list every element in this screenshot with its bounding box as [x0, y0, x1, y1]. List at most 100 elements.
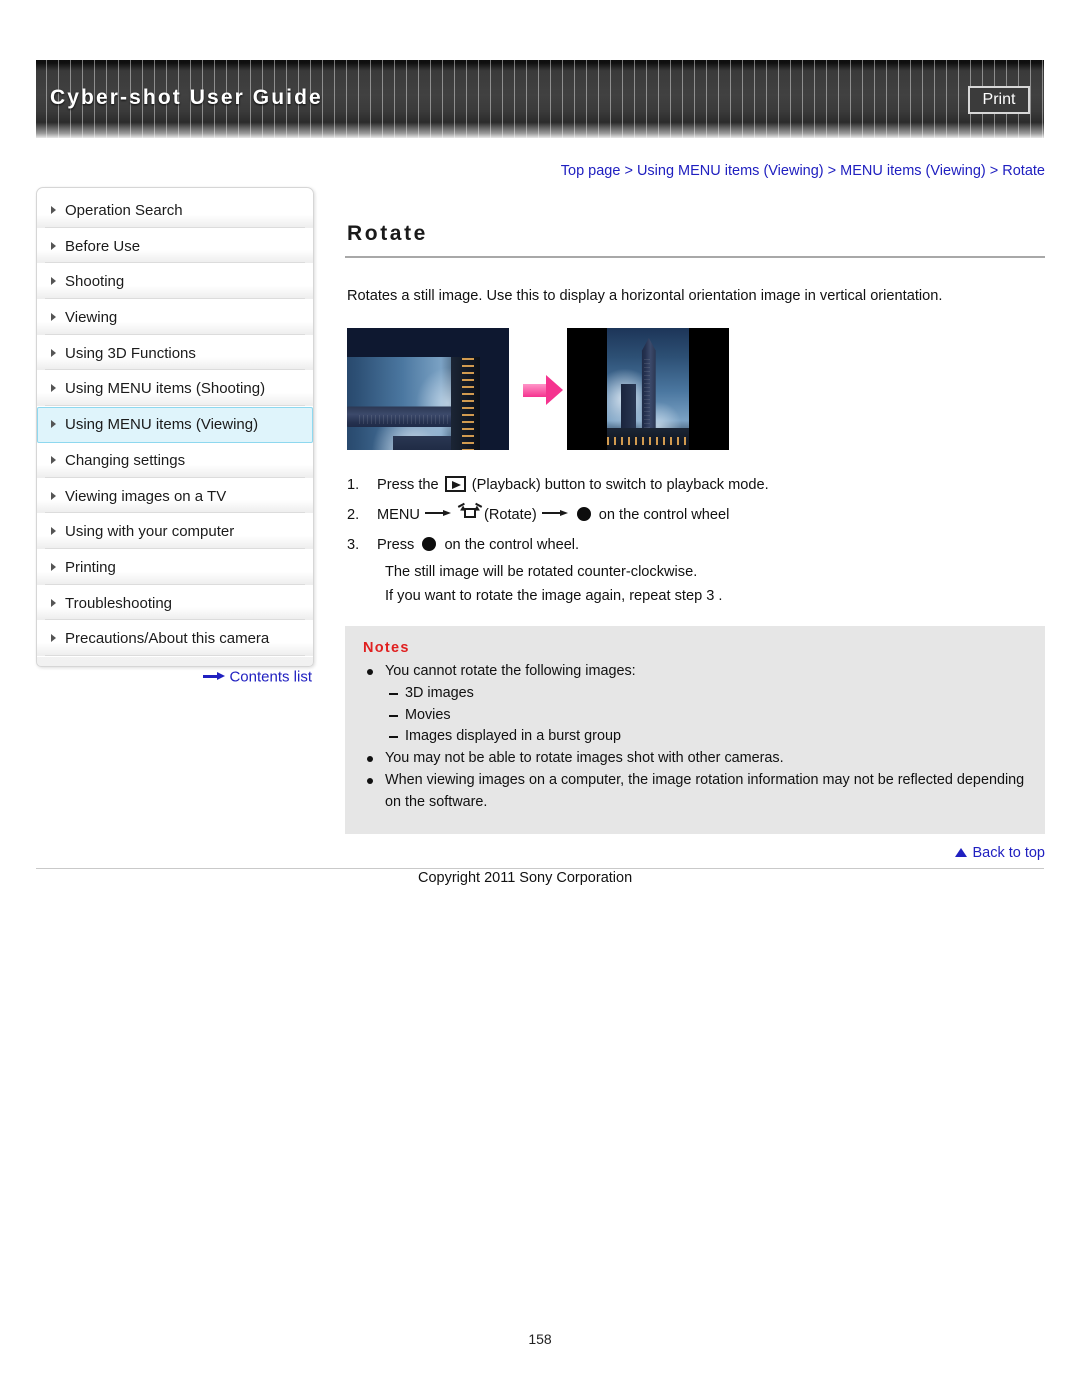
sidebar-item-label: Changing settings — [65, 451, 186, 469]
sidebar-nav: Operation Search Before Use Shooting Vie… — [36, 187, 314, 667]
note-item: You may not be able to rotate images sho… — [363, 748, 1027, 770]
sidebar-item-shooting[interactable]: Shooting — [37, 264, 313, 301]
note-sub-text: Movies — [405, 706, 451, 723]
step-2-text-pre: MENU — [377, 507, 420, 524]
sidebar-item-operation-search[interactable]: Operation Search — [37, 193, 313, 229]
sidebar-item-using-menu-items-shooting[interactable]: Using MENU items (Shooting) — [37, 371, 313, 408]
step-3-detail-line-2: If you want to rotate the image again, r… — [385, 588, 723, 605]
note-sub-text: Images displayed in a burst group — [405, 728, 621, 745]
copyright-text: Copyright 2011 Sony Corporation — [418, 870, 633, 886]
photo-before-rotation — [347, 328, 509, 451]
sidebar-item-label: Operation Search — [65, 202, 183, 220]
sidebar-item-label: Viewing — [65, 309, 118, 327]
triangle-right-icon — [51, 491, 56, 500]
arrow-right-pink-icon — [523, 375, 563, 406]
sidebar-item-label: Before Use — [65, 237, 141, 255]
note-text: You cannot rotate the following images: — [385, 663, 636, 680]
step-2-number: 2. — [347, 507, 360, 524]
photo-street-lights — [462, 357, 474, 451]
step-2-text-post: on the control wheel — [598, 507, 730, 524]
sidebar-item-printing[interactable]: Printing — [37, 549, 313, 586]
breadcrumb-separator: > — [620, 163, 637, 179]
sidebar-item-label: Printing — [65, 559, 116, 577]
triangle-right-icon — [51, 527, 56, 536]
triangle-right-icon — [51, 455, 56, 464]
triangle-right-icon — [51, 420, 56, 429]
header-banner: Cyber-shot User Guide Print — [36, 60, 1044, 138]
step-3-detail-line-1: The still image will be rotated counter-… — [385, 564, 698, 581]
arrow-right-icon — [541, 509, 568, 518]
note-text: When viewing images on a computer, the i… — [385, 771, 1025, 810]
footer-divider — [36, 868, 1044, 869]
photo-after-rotation — [567, 328, 729, 451]
triangle-right-icon — [51, 634, 56, 643]
triangle-right-icon — [51, 277, 56, 286]
bullet-icon — [367, 777, 373, 784]
app-title: Cyber-shot User Guide — [50, 86, 323, 109]
triangle-right-icon — [51, 348, 56, 357]
back-to-top-label: Back to top — [972, 845, 1045, 861]
sidebar-item-troubleshooting[interactable]: Troubleshooting — [37, 585, 313, 622]
sidebar-item-label: Using MENU items (Viewing) — [65, 416, 259, 434]
triangle-right-icon — [51, 206, 56, 215]
photo-street-lights — [607, 436, 689, 446]
breadcrumb-item-rotate[interactable]: Rotate — [1002, 163, 1045, 179]
arrow-right-icon — [424, 509, 451, 518]
step-1-number: 1. — [347, 477, 360, 494]
sidebar-item-label: Viewing images on a TV — [65, 487, 227, 505]
procedure-steps: 1. Press the (Playback) button to switch … — [345, 470, 1045, 608]
sidebar-item-viewing-images-on-a-tv[interactable]: Viewing images on a TV — [37, 478, 313, 515]
sidebar-item-viewing[interactable]: Viewing — [37, 300, 313, 336]
breadcrumb-item-top-page[interactable]: Top page — [561, 163, 621, 179]
step-2-text-mid: (Rotate) — [483, 507, 537, 524]
triangle-right-icon — [51, 241, 56, 250]
sidebar-item-label: Precautions/About this camera — [65, 630, 270, 648]
triangle-up-icon — [955, 847, 968, 857]
dash-icon — [389, 693, 398, 696]
print-button[interactable]: Print — [968, 86, 1030, 114]
sidebar-item-label: Troubleshooting — [65, 594, 173, 612]
triangle-right-icon — [51, 313, 56, 322]
sidebar-item-changing-settings[interactable]: Changing settings — [37, 442, 313, 479]
step-1: 1. Press the (Playback) button to switch … — [347, 470, 1045, 500]
note-sub-item: Movies — [363, 705, 1027, 727]
breadcrumb-separator: > — [985, 163, 1003, 179]
guide-page: Cyber-shot User Guide Print Top page > U… — [0, 0, 1080, 1397]
control-wheel-center-icon — [422, 537, 437, 552]
bullet-icon — [367, 669, 373, 676]
contents-list-link[interactable]: Contents list — [36, 668, 314, 686]
main-content: Rotate Rotates a still image. Use this t… — [345, 187, 1045, 834]
sidebar-item-label: Using with your computer — [65, 523, 235, 541]
sidebar-item-using-3d-functions[interactable]: Using 3D Functions — [37, 335, 313, 372]
notes-box: Notes You cannot rotate the following im… — [345, 626, 1045, 834]
sidebar-item-using-menu-items-viewing[interactable]: Using MENU items (Viewing) — [37, 407, 313, 443]
dash-icon — [389, 714, 398, 717]
page-number: 158 — [528, 1331, 552, 1347]
note-sub-item: 3D images — [363, 683, 1027, 705]
sidebar-item-label: Using MENU items (Shooting) — [65, 380, 266, 398]
breadcrumb-item-using-menu-items-viewing[interactable]: Using MENU items (Viewing) — [637, 163, 824, 179]
step-3-text-post: on the control wheel. — [444, 537, 580, 554]
rotate-illustration — [347, 328, 1045, 460]
sidebar-item-using-with-your-computer[interactable]: Using with your computer — [37, 514, 313, 550]
title-divider — [345, 256, 1045, 258]
sidebar-item-precautions-about-this-camera[interactable]: Precautions/About this camera — [37, 621, 313, 657]
note-item: When viewing images on a computer, the i… — [363, 770, 1027, 814]
bullet-icon — [367, 755, 373, 762]
breadcrumb-item-menu-items-viewing[interactable]: MENU items (Viewing) — [840, 163, 986, 179]
note-sub-text: 3D images — [405, 685, 474, 702]
triangle-right-icon — [51, 598, 56, 607]
contents-list-label: Contents list — [229, 668, 312, 686]
arrow-right-icon — [203, 671, 226, 681]
step-1-text-pre: Press the — [377, 477, 439, 494]
note-text: You may not be able to rotate images sho… — [385, 749, 784, 766]
step-2: 2. MENU (Rotate) on the control wheel — [347, 500, 1045, 530]
control-wheel-center-icon — [576, 507, 591, 522]
page-title: Rotate — [347, 222, 428, 245]
intro-text: Rotates a still image. Use this to displ… — [347, 288, 943, 304]
back-to-top-link[interactable]: Back to top — [345, 845, 1045, 861]
triangle-right-icon — [51, 562, 56, 571]
notes-title: Notes — [363, 640, 410, 657]
breadcrumb: Top page > Using MENU items (Viewing) > … — [345, 163, 1045, 179]
sidebar-item-before-use[interactable]: Before Use — [37, 228, 313, 265]
